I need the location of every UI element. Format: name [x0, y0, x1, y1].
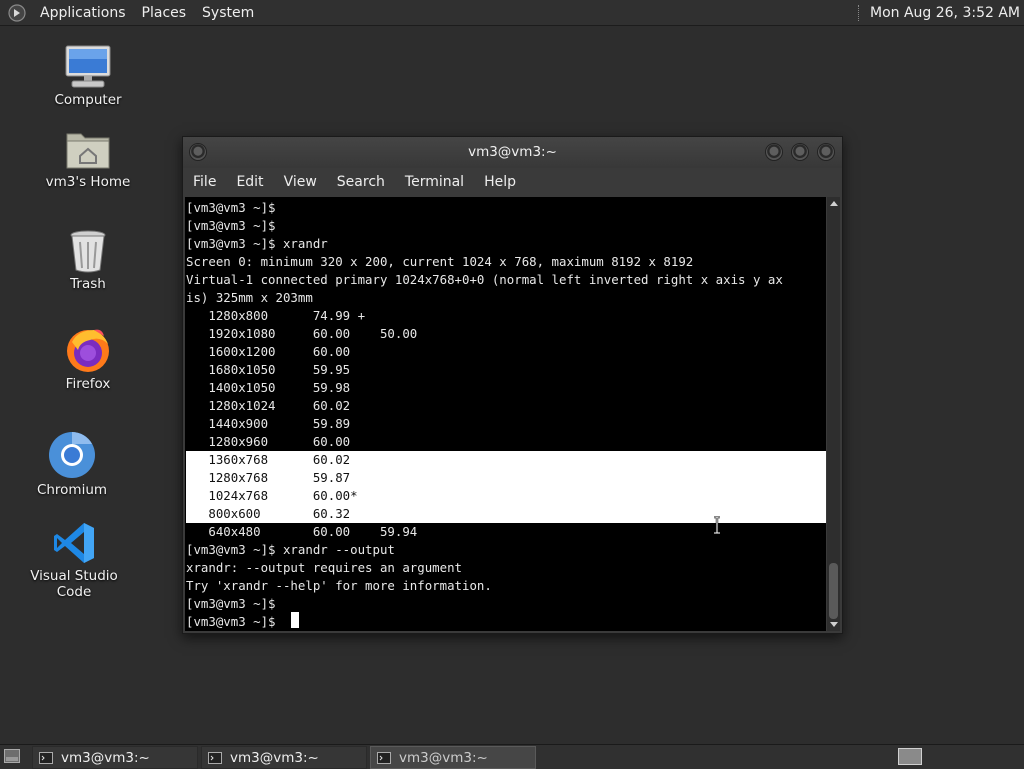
window-menu-icon[interactable]: [189, 143, 207, 161]
taskbar-item-label: vm3@vm3:~: [61, 749, 150, 766]
workspace-switcher[interactable]: [898, 748, 922, 765]
taskbar-item[interactable]: vm3@vm3:~: [201, 746, 367, 769]
taskbar-item-active[interactable]: vm3@vm3:~: [370, 746, 536, 769]
desktop-icon-vscode[interactable]: Visual Studio Code: [14, 520, 134, 600]
terminal-line: [vm3@vm3 ~]$: [186, 614, 283, 629]
terminal-line: 800x600 60.32: [186, 505, 826, 523]
menu-search[interactable]: Search: [327, 174, 395, 190]
terminal-app-icon: [39, 751, 53, 764]
desktop-icon-label: Chromium: [36, 482, 108, 498]
terminal-line: [vm3@vm3 ~]$: [186, 218, 276, 233]
desktop-icon-firefox[interactable]: Firefox: [28, 326, 148, 392]
taskbar-item-label: vm3@vm3:~: [399, 749, 488, 766]
top-panel-tray: Mon Aug 26, 3:52 AM: [857, 4, 1024, 21]
terminal-line: [vm3@vm3 ~]$ xrandr --output: [186, 542, 395, 557]
terminal-line: 1440x900 59.89: [186, 416, 351, 431]
taskbar-item-label: vm3@vm3:~: [230, 749, 319, 766]
minimize-icon[interactable]: [765, 143, 783, 161]
close-icon[interactable]: [817, 143, 835, 161]
menu-file[interactable]: File: [183, 174, 226, 190]
terminal-line: 1600x1200 60.00: [186, 344, 351, 359]
terminal-line: 1680x1050 59.95: [186, 362, 351, 377]
terminal-line: 1280x960 60.00: [186, 434, 351, 449]
show-desktop-icon[interactable]: [4, 749, 20, 763]
desktop-icon-computer[interactable]: Computer: [28, 44, 148, 108]
terminal-app-icon: [208, 751, 222, 764]
terminal-line: 1024x768 60.00*: [186, 487, 826, 505]
terminal-line: [vm3@vm3 ~]$: [186, 596, 276, 611]
desktop-icon-label: Visual Studio Code: [30, 568, 118, 600]
panel-separator: [857, 4, 860, 21]
trash-icon: [70, 230, 106, 273]
taskbar-item[interactable]: vm3@vm3:~: [32, 746, 198, 769]
desktop-icon-label: vm3's Home: [45, 174, 131, 190]
terminal-window: vm3@vm3:~ File Edit View Search Terminal…: [182, 136, 843, 634]
terminal-line: 1280x768 59.87: [186, 469, 826, 487]
firefox-icon: [67, 329, 109, 372]
menu-terminal[interactable]: Terminal: [395, 174, 474, 190]
ibeam-cursor-icon: [714, 516, 720, 534]
terminal-app-icon: [377, 751, 391, 764]
menu-help[interactable]: Help: [474, 174, 526, 190]
places-menu[interactable]: Places: [134, 5, 195, 21]
clock[interactable]: Mon Aug 26, 3:52 AM: [870, 5, 1020, 21]
terminal-line: [vm3@vm3 ~]$: [186, 200, 276, 215]
distro-logo-icon[interactable]: [8, 3, 26, 22]
terminal-line: [vm3@vm3 ~]$ xrandr: [186, 236, 328, 251]
computer-icon: [65, 45, 111, 88]
terminal-line: 1360x768 60.02: [186, 451, 826, 469]
desktop-icon-chromium[interactable]: Chromium: [12, 430, 132, 498]
desktop-icon-home[interactable]: vm3's Home: [28, 128, 148, 190]
vscode-icon: [54, 523, 94, 563]
terminal-line: Virtual-1 connected primary 1024x768+0+0…: [186, 272, 783, 287]
desktop-icon-label: Trash: [70, 276, 106, 292]
chromium-icon: [49, 432, 95, 478]
maximize-icon[interactable]: [791, 143, 809, 161]
top-panel: Applications Places System Mon Aug 26, 3…: [0, 0, 1024, 26]
window-titlebar[interactable]: vm3@vm3:~: [183, 137, 842, 168]
desktop-icon-trash[interactable]: Trash: [28, 228, 148, 292]
bottom-panel: vm3@vm3:~ vm3@vm3:~ vm3@vm3:~: [0, 744, 1024, 769]
terminal-line: Try 'xrandr --help' for more information…: [186, 578, 492, 593]
terminal-line: 1920x1080 60.00 50.00: [186, 326, 418, 341]
terminal-scrollbar[interactable]: [827, 197, 840, 631]
system-menu[interactable]: System: [194, 5, 262, 21]
home-folder-icon: [66, 133, 110, 169]
applications-menu[interactable]: Applications: [32, 5, 134, 21]
desktop-icon-label: Computer: [54, 92, 122, 108]
window-title: vm3@vm3:~: [468, 144, 557, 160]
menu-view[interactable]: View: [274, 174, 327, 190]
terminal-output[interactable]: [vm3@vm3 ~]$ [vm3@vm3 ~]$ [vm3@vm3 ~]$ xra…: [185, 197, 826, 631]
terminal-line: 1400x1050 59.98: [186, 380, 351, 395]
scroll-down-icon[interactable]: [830, 622, 838, 627]
scroll-up-icon[interactable]: [830, 201, 838, 206]
terminal-line: xrandr: --output requires an argument: [186, 560, 463, 575]
terminal-line: 1280x800 74.99 +: [186, 308, 366, 323]
window-menubar: File Edit View Search Terminal Help: [183, 168, 842, 196]
terminal-line: 1280x1024 60.02: [186, 398, 351, 413]
desktop-icon-label: Firefox: [65, 376, 111, 392]
terminal-line: is) 325mm x 203mm: [186, 290, 313, 305]
scrollbar-thumb[interactable]: [829, 563, 838, 619]
terminal-line: 640x480 60.00 59.94: [186, 524, 418, 539]
terminal-line: Screen 0: minimum 320 x 200, current 102…: [186, 254, 694, 269]
menu-edit[interactable]: Edit: [226, 174, 273, 190]
